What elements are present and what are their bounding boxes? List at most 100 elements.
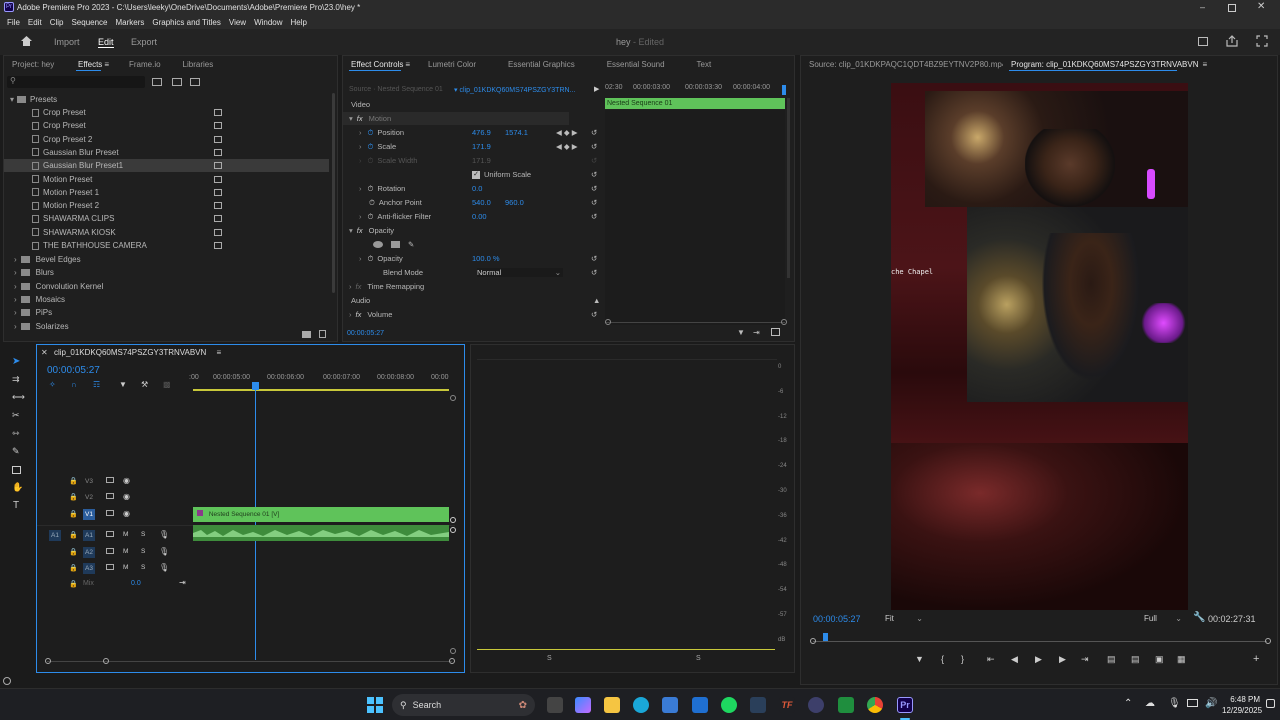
track-select-tool-icon[interactable]: ⇉: [12, 374, 20, 385]
tab-effect-controls[interactable]: Effect Controls: [343, 60, 405, 69]
effects-folder[interactable]: › Blurs: [4, 266, 329, 279]
quality-select[interactable]: Full ⌄: [1144, 614, 1184, 623]
ec-playhead[interactable]: [782, 85, 786, 95]
sync-lock-icon[interactable]: [106, 548, 114, 554]
tab-text[interactable]: Text: [689, 60, 720, 69]
multi-camera-icon[interactable]: ▦: [1177, 654, 1186, 665]
microphone-icon[interactable]: 🎙: [159, 530, 169, 539]
solo-button[interactable]: S: [141, 548, 145, 555]
lock-icon[interactable]: 🔒: [69, 477, 78, 485]
solo-right-button[interactable]: S: [696, 655, 701, 662]
reset-icon[interactable]: ↺: [591, 268, 597, 277]
mark-out-icon[interactable]: }: [961, 654, 964, 664]
preset-item[interactable]: Gaussian Blur Preset: [4, 146, 329, 159]
presets-folder[interactable]: ▾ Presets: [4, 93, 329, 106]
stopwatch-icon[interactable]: ⏱: [368, 212, 374, 222]
lock-icon[interactable]: 🔒: [69, 548, 78, 556]
premiere-taskbar-icon[interactable]: Pr: [897, 697, 913, 713]
chevron-right-icon[interactable]: ›: [359, 212, 362, 221]
effects-folder[interactable]: › Mosaics: [4, 293, 329, 306]
track-label[interactable]: A3: [83, 563, 95, 574]
store-icon[interactable]: [662, 697, 678, 713]
zoom-slider[interactable]: [605, 322, 785, 323]
menu-edit[interactable]: Edit: [24, 18, 46, 27]
timeline-vscroll-handle-2[interactable]: [450, 648, 456, 654]
effects-scrollbar[interactable]: [332, 93, 335, 293]
antiflicker-value[interactable]: 0.00: [472, 212, 487, 221]
clip-end-handle-2[interactable]: [450, 527, 456, 533]
hand-tool-icon[interactable]: ✋: [12, 482, 23, 493]
pen-mask-icon[interactable]: ✎: [408, 240, 414, 249]
tab-menu-icon[interactable]: ≡: [405, 60, 410, 69]
hscroll-thumb-right[interactable]: [103, 658, 109, 664]
lock-icon[interactable]: 🔒: [69, 510, 78, 518]
lock-icon[interactable]: 🔒: [69, 531, 78, 539]
eye-icon[interactable]: ◉: [123, 476, 130, 485]
opacity-value[interactable]: 100.0 %: [472, 254, 500, 263]
fit-select[interactable]: Fit ⌄: [885, 614, 925, 623]
anchor-x-value[interactable]: 540.0: [472, 198, 491, 207]
clip-end-handle[interactable]: [450, 517, 456, 523]
sync-lock-icon[interactable]: [106, 531, 114, 537]
keyframe-nav-icon[interactable]: ◀ ◆ ▶: [556, 128, 577, 137]
status-icon[interactable]: [3, 677, 11, 685]
effects-search-input[interactable]: ⚲: [7, 76, 145, 88]
steam-icon[interactable]: [750, 697, 766, 713]
chevron-right-icon[interactable]: ›: [359, 254, 362, 263]
ec-scrollbar[interactable]: [787, 98, 790, 278]
effects-folder[interactable]: › Bevel Edges: [4, 253, 329, 266]
menu-view[interactable]: View: [225, 18, 250, 27]
home-icon[interactable]: [20, 35, 33, 47]
chevron-right-icon[interactable]: ›: [359, 184, 362, 193]
menu-clip[interactable]: Clip: [46, 18, 68, 27]
mark-in-icon[interactable]: {: [941, 654, 944, 664]
sync-lock-icon[interactable]: [106, 493, 114, 499]
outlook-icon[interactable]: [692, 697, 708, 713]
tab-essential-sound[interactable]: Essential Sound: [599, 60, 689, 69]
filter-icon[interactable]: ▼: [737, 328, 745, 337]
delete-icon[interactable]: [319, 330, 326, 338]
ec-clip-bar[interactable]: Nested Sequence 01: [605, 98, 785, 109]
spotify-icon[interactable]: [721, 697, 737, 713]
razor-tool-icon[interactable]: ✂: [12, 410, 20, 421]
reset-icon[interactable]: ↺: [591, 212, 597, 221]
lock-icon[interactable]: 🔒: [69, 580, 78, 588]
timeline-playhead-head[interactable]: [252, 382, 259, 390]
nest-icon[interactable]: ✧: [49, 380, 56, 389]
tf-icon[interactable]: TF: [779, 697, 795, 713]
reset-icon[interactable]: ↺: [591, 184, 597, 193]
scrub-handle-right[interactable]: [1265, 638, 1271, 644]
rectangle-mask-icon[interactable]: [391, 241, 400, 248]
lift-icon[interactable]: ▤: [1107, 654, 1116, 665]
step-forward-icon[interactable]: ▶: [1059, 654, 1066, 665]
chevron-right-icon[interactable]: ›: [359, 128, 362, 137]
ripple-edit-tool-icon[interactable]: ⟷: [12, 392, 25, 403]
track-label[interactable]: A1: [83, 530, 95, 541]
tab-essential-graphics[interactable]: Essential Graphics: [500, 60, 599, 69]
selection-tool-icon[interactable]: ➤: [12, 356, 20, 367]
clip-selector[interactable]: ▾ clip_01KDKQ60MS74PSZGY3TRN...: [454, 86, 581, 94]
solo-left-button[interactable]: S: [547, 655, 552, 662]
file-explorer-icon[interactable]: [604, 697, 620, 713]
tab-project[interactable]: Project: hey: [4, 60, 70, 69]
effects-folder[interactable]: › PiPs: [4, 306, 329, 319]
blend-mode-select[interactable]: Normal ⌄: [477, 268, 563, 277]
new-bin-icon[interactable]: [152, 78, 162, 86]
tab-menu-icon[interactable]: ≡: [217, 348, 222, 357]
menu-graphics[interactable]: Graphics and Titles: [148, 18, 224, 27]
add-marker-icon[interactable]: ▼: [119, 380, 127, 389]
workspaces-icon[interactable]: [1198, 37, 1208, 46]
hscroll-end[interactable]: [449, 658, 455, 664]
keyframe-nav-icon[interactable]: ◀ ◆ ▶: [556, 142, 577, 151]
add-marker-icon[interactable]: ▼: [915, 654, 924, 664]
export-frame-icon[interactable]: ▣: [1155, 654, 1164, 665]
zoom-handle-left[interactable]: [605, 319, 611, 325]
reset-icon[interactable]: ↺: [591, 128, 597, 137]
add-button-icon[interactable]: +: [1253, 653, 1259, 665]
effects-folder[interactable]: › Solarizes: [4, 320, 329, 333]
snap-icon[interactable]: ∩: [71, 380, 77, 389]
timeline-vscroll-handle[interactable]: [450, 395, 456, 401]
rotation-value[interactable]: 0.0: [472, 184, 482, 193]
audio-clip[interactable]: [193, 525, 449, 541]
preset-item[interactable]: SHAWARMA CLIPS: [4, 212, 329, 225]
